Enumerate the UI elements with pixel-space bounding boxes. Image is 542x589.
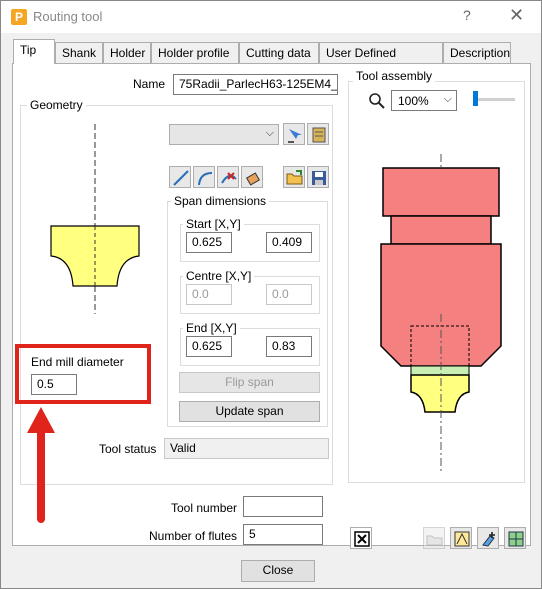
name-label: Name bbox=[133, 77, 166, 91]
zoom-value: 100% bbox=[398, 94, 429, 108]
tool-status-field: Valid bbox=[164, 438, 329, 459]
tab-cutting-data[interactable]: Cutting data bbox=[239, 42, 319, 63]
start-x-field[interactable]: 0.625 bbox=[186, 232, 232, 253]
close-button[interactable]: Close bbox=[241, 560, 315, 582]
tip-tab-panel: Name 75Radii_ParlecH63-125EM4_1 Geometry… bbox=[12, 63, 531, 549]
save-file-icon[interactable] bbox=[307, 166, 329, 188]
update-span-button[interactable]: Update span bbox=[179, 401, 320, 422]
zoom-slider-thumb[interactable] bbox=[473, 91, 478, 106]
end-x-field[interactable]: 0.625 bbox=[186, 336, 232, 357]
lock-toggle-icon[interactable] bbox=[350, 527, 372, 549]
zoom-icon bbox=[369, 93, 385, 109]
end-y-field[interactable]: 0.83 bbox=[266, 336, 312, 357]
routing-tool-dialog: P Routing tool ? ✕ Tip Shank Holder Hold… bbox=[0, 0, 542, 589]
open-file-icon[interactable] bbox=[283, 166, 305, 188]
zoom-slider-track bbox=[473, 98, 515, 101]
centre-x-field: 0.0 bbox=[186, 284, 232, 305]
tab-holder-profile[interactable]: Holder profile bbox=[151, 42, 239, 63]
name-field[interactable]: 75Radii_ParlecH63-125EM4_1 bbox=[173, 74, 338, 95]
tool-assembly-preview bbox=[380, 154, 502, 474]
tool-status-label: Tool status bbox=[99, 442, 157, 456]
centre-y-field: 0.0 bbox=[266, 284, 312, 305]
tab-holder[interactable]: Holder bbox=[103, 42, 151, 63]
delete-span-icon[interactable] bbox=[217, 166, 239, 188]
tool-number-field[interactable] bbox=[243, 496, 323, 517]
tip-preview bbox=[50, 124, 140, 314]
holder-top-block bbox=[382, 167, 500, 217]
number-of-flutes-field[interactable]: 5 bbox=[243, 524, 323, 545]
tab-description[interactable]: Description bbox=[443, 42, 511, 63]
shank-section bbox=[410, 365, 470, 376]
tool-assembly-title: Tool assembly bbox=[353, 69, 436, 83]
start-title: Start [X,Y] bbox=[183, 217, 244, 231]
profile-select[interactable]: ⌵ bbox=[169, 124, 279, 145]
arc-span-icon[interactable] bbox=[193, 166, 215, 188]
select-profile-icon[interactable] bbox=[283, 123, 305, 145]
geometry-title: Geometry bbox=[27, 98, 86, 112]
holder-collar bbox=[390, 215, 492, 245]
line-span-icon[interactable] bbox=[169, 166, 191, 188]
close-window-button[interactable]: ✕ bbox=[509, 5, 524, 26]
end-title: End [X,Y] bbox=[183, 321, 240, 335]
tool-number-label: Tool number bbox=[171, 501, 238, 515]
tip-section bbox=[410, 374, 470, 413]
tab-user-defined-settings[interactable]: User Defined Settings bbox=[319, 42, 443, 80]
tab-tip[interactable]: Tip bbox=[13, 39, 55, 64]
zoom-select[interactable]: 100% ⌵ bbox=[391, 90, 457, 111]
annotation-arrow bbox=[27, 407, 55, 523]
span-dimensions-title: Span dimensions bbox=[171, 194, 270, 208]
title-bar: P Routing tool ? ✕ bbox=[1, 1, 541, 33]
number-of-flutes-label: Number of flutes bbox=[149, 529, 238, 543]
tool-library-icon[interactable] bbox=[450, 527, 472, 549]
tab-shank[interactable]: Shank bbox=[55, 42, 103, 63]
add-tool-icon[interactable] bbox=[477, 527, 499, 549]
open-tool-icon bbox=[423, 527, 445, 549]
erase-span-icon[interactable] bbox=[241, 166, 263, 188]
flip-span-button: Flip span bbox=[179, 372, 320, 393]
help-button[interactable]: ? bbox=[463, 7, 471, 23]
window-title: Routing tool bbox=[33, 9, 103, 24]
app-icon: P bbox=[11, 9, 27, 25]
tool-table-icon[interactable] bbox=[504, 527, 526, 549]
edit-profile-icon[interactable] bbox=[307, 123, 329, 145]
start-y-field[interactable]: 0.409 bbox=[266, 232, 312, 253]
centre-title: Centre [X,Y] bbox=[183, 269, 255, 283]
highlight-box bbox=[15, 344, 151, 404]
